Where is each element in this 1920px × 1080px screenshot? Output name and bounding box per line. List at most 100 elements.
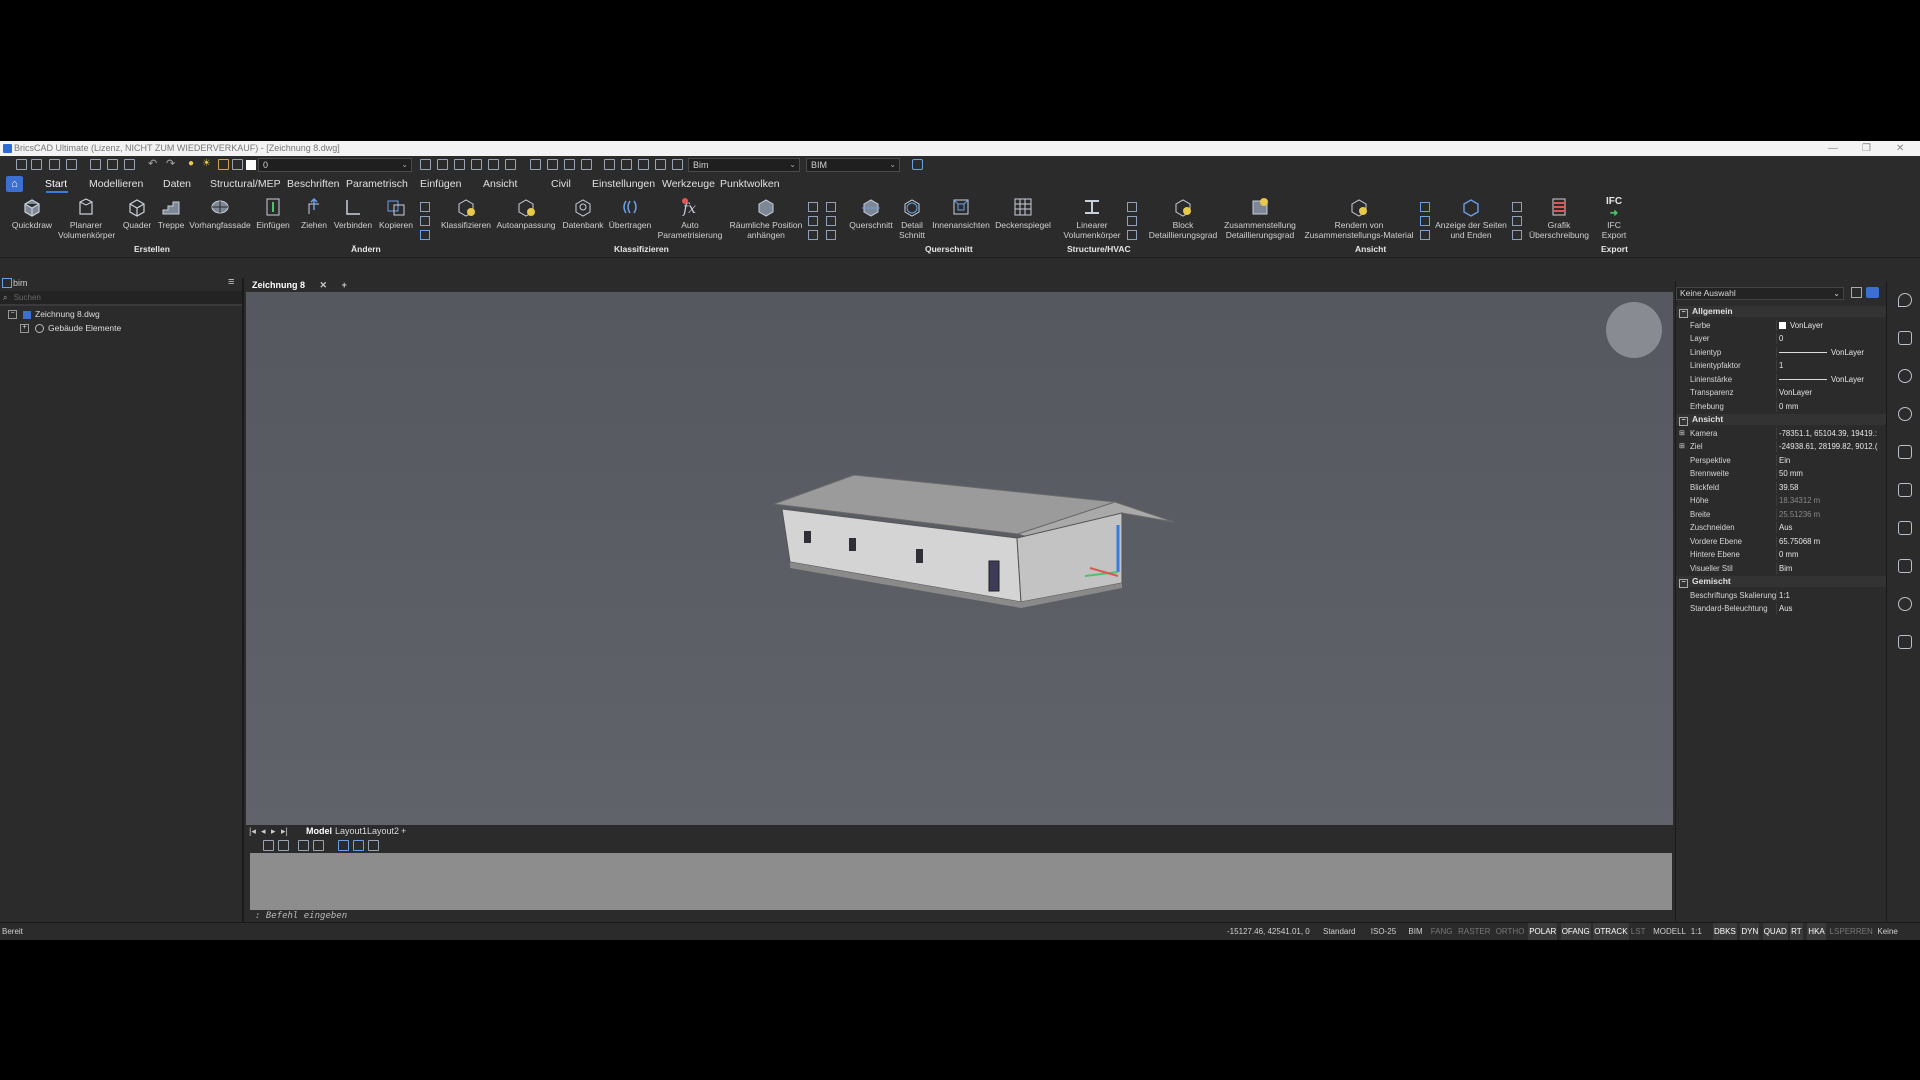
property-row[interactable]: Höhe 18.34312 m <box>1676 495 1886 506</box>
property-row[interactable]: Linienstärke VonLayer <box>1676 373 1886 385</box>
layer-isolate-icon[interactable] <box>488 159 499 170</box>
tab-einstellungen[interactable]: Einstellungen <box>592 177 655 191</box>
view-tool-6-icon[interactable] <box>1512 230 1522 240</box>
tab-layout2[interactable]: Layout2 <box>367 825 399 838</box>
render-layers-icon[interactable] <box>313 840 324 851</box>
interior-views-button[interactable]: Innenansichten <box>930 196 992 230</box>
classify-button[interactable]: Klassifizieren <box>440 196 492 230</box>
layer-states-icon[interactable] <box>454 159 465 170</box>
layer-freeze-icon[interactable] <box>505 159 516 170</box>
bim-tool-3-icon[interactable] <box>808 230 818 240</box>
table-icon[interactable] <box>655 159 666 170</box>
property-row[interactable]: Standard-Beleuchtung Aus <box>1676 603 1886 614</box>
structure-tool-1-icon[interactable] <box>1127 202 1137 212</box>
status-toggle-standard[interactable]: Standard <box>1323 923 1355 940</box>
map-pin-icon[interactable] <box>1898 369 1912 383</box>
view-iso-icon[interactable] <box>547 159 558 170</box>
collapse-icon[interactable]: − <box>1679 579 1688 588</box>
property-row[interactable]: ⊞ Kamera -78351.1, 65104.39, 19419.: <box>1676 427 1886 439</box>
status-toggle-raster[interactable]: RASTER <box>1458 923 1490 940</box>
save-icon[interactable] <box>49 159 60 170</box>
close-tab-icon[interactable]: ✕ <box>320 280 328 290</box>
autofit-button[interactable]: Autoanpassung <box>494 196 558 230</box>
quick-select-icon[interactable] <box>1851 287 1862 298</box>
save-as-icon[interactable] <box>66 159 77 170</box>
property-row[interactable]: Perspektive Ein <box>1676 454 1886 466</box>
bim-tool-5-icon[interactable] <box>826 216 836 226</box>
sides-and-ends-button[interactable]: Anzeige der Seiten und Enden <box>1434 196 1508 240</box>
status-toggle-dbks[interactable]: DBKS <box>1713 923 1737 940</box>
tab-parametrisch[interactable]: Parametrisch <box>346 177 408 191</box>
status-toggle-bim[interactable]: BIM <box>1408 923 1422 940</box>
property-row[interactable]: Breite 25.51236 m <box>1676 508 1886 520</box>
box-button[interactable]: Quader <box>120 196 154 230</box>
view-top-icon[interactable] <box>530 159 541 170</box>
expand-icon[interactable]: ⊞ <box>1679 428 1685 439</box>
insert-button[interactable]: Einfügen <box>254 196 292 230</box>
bim-tool-2-icon[interactable] <box>808 216 818 226</box>
status-toggle-hka[interactable]: HKA <box>1807 923 1826 940</box>
pin-icon[interactable] <box>1898 635 1912 649</box>
spatial-position-button[interactable]: Räumliche Position anhängen <box>726 196 806 240</box>
property-row[interactable]: Transparenz VonLayer <box>1676 387 1886 398</box>
copy-button[interactable]: Kopieren <box>376 196 416 230</box>
tab-civil[interactable]: Civil <box>551 177 571 191</box>
detail-section-button[interactable]: Detail Schnitt <box>896 196 928 240</box>
connect-button[interactable]: Verbinden <box>332 196 374 230</box>
tree-item-drawing[interactable]: − Zeichnung 8.dwg <box>8 308 100 320</box>
pull-button[interactable]: Ziehen <box>298 196 330 230</box>
block-lod-button[interactable]: Block Detaillierungsgrad <box>1148 196 1218 240</box>
settings-sliders-icon[interactable] <box>1898 331 1912 345</box>
tab-start[interactable]: Start <box>45 177 67 191</box>
cube-icon[interactable] <box>1898 559 1912 573</box>
publish-icon[interactable] <box>124 159 135 170</box>
add-tab-button[interactable]: + <box>342 280 347 290</box>
tab-punktwolken[interactable]: Punktwolken <box>720 177 780 191</box>
close-icon[interactable]: ✕ <box>1896 141 1904 156</box>
curtain-wall-button[interactable]: Vorhangfassade <box>188 196 252 230</box>
gear-icon[interactable] <box>638 159 649 170</box>
database-button[interactable]: Datenbank <box>560 196 606 230</box>
property-row[interactable]: Visueller Stil Bim <box>1676 562 1886 574</box>
property-row[interactable]: Erhebung 0 mm <box>1676 400 1886 412</box>
auto-parametrize-button[interactable]: fx Auto Parametrisierung <box>656 196 724 240</box>
linear-solid-button[interactable]: Linearer Volumenkörper <box>1062 196 1122 240</box>
help-icon[interactable] <box>912 159 923 170</box>
view-iso-small-icon[interactable] <box>278 840 289 851</box>
tab-einfuegen[interactable]: Einfügen <box>420 177 461 191</box>
property-row[interactable]: Brennweite 50 mm <box>1676 468 1886 479</box>
bim-tool-4-icon[interactable] <box>826 202 836 212</box>
render-composition-material-button[interactable]: Rendern von Zusammenstellungs-Material <box>1300 196 1418 240</box>
print-icon[interactable] <box>90 159 101 170</box>
view-tool-4-icon[interactable] <box>1512 202 1522 212</box>
layer-print-icon[interactable] <box>232 159 243 170</box>
section-header[interactable]: − Gemischt <box>1676 576 1886 588</box>
view-layers-icon[interactable] <box>581 159 592 170</box>
structure-tool-2-icon[interactable] <box>1127 216 1137 226</box>
workspace-combo[interactable]: Bim ⌄ <box>688 158 800 172</box>
view-tool-1-icon[interactable] <box>1420 202 1430 212</box>
toggle-pickadd-icon[interactable] <box>1866 287 1879 298</box>
collapse-icon[interactable]: − <box>8 310 17 320</box>
section-header[interactable]: − Allgemein <box>1676 306 1886 318</box>
signal-icon[interactable] <box>1898 407 1912 421</box>
collapse-icon[interactable]: − <box>1679 417 1688 426</box>
composition-lod-button[interactable]: Zusammenstellung Detaillierungsgrad <box>1220 196 1300 240</box>
open-file-icon[interactable] <box>31 159 42 170</box>
first-layout-icon[interactable]: |◂ <box>249 825 256 838</box>
status-toggle-ortho[interactable]: ORTHO <box>1496 923 1525 940</box>
pencil-icon[interactable] <box>621 159 632 170</box>
redo-icon[interactable]: ↷ <box>166 157 175 170</box>
status-toggle-polar[interactable]: POLAR <box>1528 923 1558 940</box>
collapse-icon[interactable]: − <box>1679 309 1688 318</box>
status-toggle-quad[interactable]: QUAD <box>1762 923 1788 940</box>
app-menu-button[interactable]: ⌂ <box>6 176 23 192</box>
profile-combo[interactable]: BIM ⌄ <box>806 158 900 172</box>
property-row[interactable]: Beschriftungs Skalierung 1:1 <box>1676 589 1886 601</box>
window-icon[interactable] <box>672 159 683 170</box>
tab-daten[interactable]: Daten <box>163 177 191 191</box>
i-beam-icon[interactable] <box>1898 483 1912 497</box>
tab-werkzeuge[interactable]: Werkzeuge <box>662 177 715 191</box>
tips-icon[interactable] <box>1898 293 1912 307</box>
expand-icon[interactable]: ⊞ <box>1679 441 1685 452</box>
